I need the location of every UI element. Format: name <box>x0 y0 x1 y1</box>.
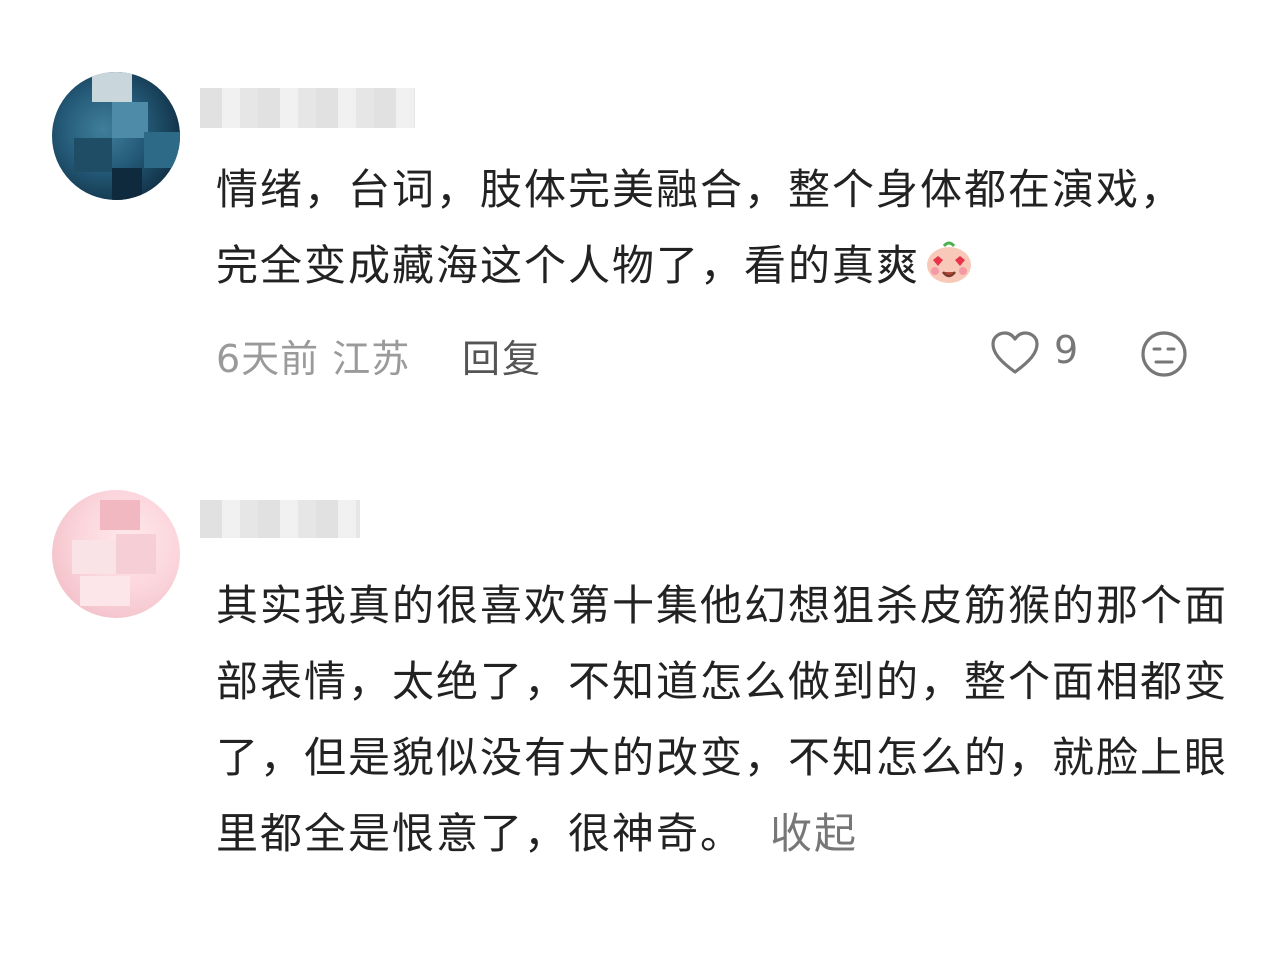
username-blurred[interactable] <box>200 500 360 538</box>
comment-list: 情绪，台词，肢体完美融合，整个身体都在演戏，完全变成藏海这个人物了，看的真爽 6… <box>0 0 1264 955</box>
comment-meta: 6天前 江苏 <box>216 337 411 381</box>
comment-body: 其实我真的很喜欢第十集他幻想狙杀皮筋猴的那个面部表情，太绝了，不知道怎么做到的，… <box>216 568 1236 872</box>
heart-outline-icon[interactable] <box>990 330 1040 376</box>
comment-text: 其实我真的很喜欢第十集他幻想狙杀皮筋猴的那个面部表情，太绝了，不知道怎么做到的，… <box>216 581 1229 858</box>
reply-button[interactable]: 回复 <box>462 328 542 383</box>
like-count: 9 <box>1054 328 1079 372</box>
avatar[interactable] <box>52 490 180 618</box>
meh-face-icon[interactable] <box>1140 330 1188 378</box>
username-blurred[interactable] <box>200 88 415 128</box>
heart-eyes-emoji-icon <box>924 234 974 283</box>
avatar[interactable] <box>52 72 180 200</box>
comment-text: 情绪，台词，肢体完美融合，整个身体都在演戏，完全变成藏海这个人物了，看的真爽 <box>216 165 1185 290</box>
collapse-button[interactable]: 收起 <box>770 809 858 858</box>
comment-body: 情绪，台词，肢体完美融合，整个身体都在演戏，完全变成藏海这个人物了，看的真爽 <box>216 152 1226 304</box>
